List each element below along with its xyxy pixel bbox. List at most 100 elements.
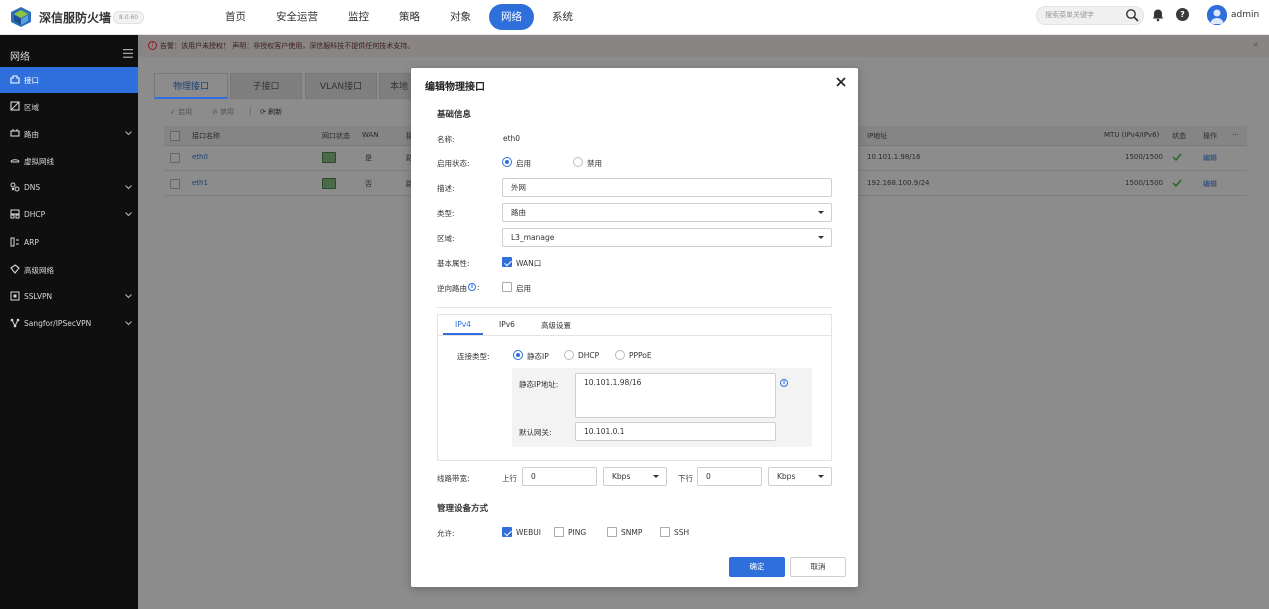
sidebar-item-ipsecvpn[interactable]: Sangfor/IPSecVPN bbox=[0, 311, 138, 337]
sidebar-item-advanced-network[interactable]: 高级网络 bbox=[0, 257, 138, 283]
nav-object[interactable]: 对象 bbox=[438, 4, 483, 30]
download-label: 下行 bbox=[678, 474, 693, 483]
info-icon[interactable]: i bbox=[780, 379, 788, 387]
sidebar-item-label: DHCP bbox=[24, 210, 46, 219]
disable-button[interactable]: ⊘ 禁用 bbox=[212, 107, 234, 117]
interface-name-link[interactable]: eth1 bbox=[192, 179, 208, 187]
type-select[interactable]: 路由 bbox=[502, 203, 832, 222]
help-icon[interactable]: ? bbox=[1176, 8, 1189, 21]
close-icon[interactable] bbox=[836, 77, 846, 87]
ip-value: 192.168.100.9/24 bbox=[867, 179, 930, 187]
upload-bandwidth-input[interactable]: 0 bbox=[522, 467, 597, 486]
virtual-wire-icon bbox=[10, 159, 20, 163]
sidebar-item-sslvpn[interactable]: SSLVPN bbox=[0, 284, 138, 310]
chevron-down-icon bbox=[125, 185, 132, 190]
static-ip-option-label: 静态IP bbox=[527, 352, 549, 361]
enable-off-label: 禁用 bbox=[587, 159, 602, 168]
row-checkbox[interactable] bbox=[170, 179, 180, 189]
close-icon[interactable]: × bbox=[1252, 40, 1259, 49]
sidebar-item-route[interactable]: 路由 bbox=[0, 121, 138, 147]
interface-name-link[interactable]: eth0 bbox=[192, 153, 208, 161]
subtab-ipv4[interactable]: IPv4 bbox=[455, 320, 471, 329]
divider bbox=[437, 307, 832, 308]
static-ip-radio[interactable] bbox=[513, 350, 523, 360]
info-icon[interactable]: i bbox=[468, 283, 476, 291]
bandwidth-label: 线路带宽: bbox=[437, 474, 470, 483]
nav-security-ops[interactable]: 安全运营 bbox=[264, 4, 330, 30]
enable-off-radio[interactable] bbox=[573, 157, 583, 167]
col-settings-icon[interactable]: ··· bbox=[1232, 131, 1239, 139]
zone-label: 区域: bbox=[437, 234, 455, 243]
nav-policy[interactable]: 策略 bbox=[387, 4, 432, 30]
tab-physical-interface[interactable]: 物理接口 bbox=[154, 73, 228, 99]
download-unit-select[interactable]: Kbps bbox=[768, 467, 832, 486]
col-header-mtu: MTU (IPv4/IPv6) bbox=[1104, 131, 1160, 139]
zone-select-value: L3_manage bbox=[511, 233, 555, 242]
download-bandwidth-input[interactable]: 0 bbox=[697, 467, 762, 486]
enable-button[interactable]: ✓ 启用 bbox=[170, 107, 192, 117]
col-header-op: 操作 bbox=[1203, 132, 1217, 140]
edit-link[interactable]: 编辑 bbox=[1203, 179, 1217, 189]
description-input[interactable]: 外网 bbox=[502, 178, 832, 197]
nav-home[interactable]: 首页 bbox=[213, 4, 258, 30]
enable-button-label: 启用 bbox=[178, 108, 193, 116]
tab-loopback[interactable]: 本地环 bbox=[379, 73, 413, 99]
nav-system[interactable]: 系统 bbox=[540, 4, 585, 30]
reverse-route-checkbox[interactable] bbox=[502, 282, 512, 292]
zone-select[interactable]: L3_manage bbox=[502, 228, 832, 247]
sidebar-item-dhcp[interactable]: DHCP bbox=[0, 202, 138, 228]
arp-icon bbox=[10, 237, 19, 247]
sidebar-item-zone[interactable]: 区域 bbox=[0, 94, 138, 120]
sidebar-title: 网络 bbox=[10, 52, 30, 63]
sidebar-item-label: ARP bbox=[24, 238, 39, 247]
tab-sub-interface[interactable]: 子接口 bbox=[230, 73, 302, 99]
subtab-advanced[interactable]: 高级设置 bbox=[541, 320, 571, 331]
col-header-wan: WAN bbox=[362, 131, 379, 139]
sidebar-item-label: DNS bbox=[24, 183, 41, 192]
col-header-state: 状态 bbox=[1172, 132, 1186, 140]
sidebar-item-label: 路由 bbox=[24, 130, 39, 139]
ssh-checkbox[interactable] bbox=[660, 527, 670, 537]
upload-unit-select[interactable]: Kbps bbox=[603, 467, 667, 486]
sidebar-item-arp[interactable]: ARP bbox=[0, 230, 138, 256]
sidebar-item-virtual-wire[interactable]: 虚拟网线 bbox=[0, 148, 138, 174]
select-all-checkbox[interactable] bbox=[170, 131, 180, 141]
pppoe-radio[interactable] bbox=[615, 350, 625, 360]
cancel-button[interactable]: 取消 bbox=[790, 557, 846, 577]
sidebar-item-dns[interactable]: DNS bbox=[0, 175, 138, 201]
sidebar-item-label: 高级网络 bbox=[24, 266, 54, 275]
dhcp-radio[interactable] bbox=[564, 350, 574, 360]
type-label: 类型: bbox=[437, 209, 455, 218]
avatar[interactable] bbox=[1207, 5, 1227, 25]
search-icon[interactable] bbox=[1125, 8, 1139, 22]
nav-network[interactable]: 网络 bbox=[489, 4, 534, 30]
subtab-ipv6[interactable]: IPv6 bbox=[499, 320, 515, 329]
sidebar-item-label: 接口 bbox=[24, 76, 39, 85]
confirm-button[interactable]: 确定 bbox=[729, 557, 785, 577]
webui-label: WEBUI bbox=[516, 528, 542, 537]
bell-icon[interactable] bbox=[1151, 8, 1165, 22]
default-gateway-label: 默认网关: bbox=[519, 428, 552, 437]
static-ip-textarea[interactable]: 10.101.1.98/16 bbox=[575, 373, 776, 418]
ping-checkbox[interactable] bbox=[554, 527, 564, 537]
wan-value: 否 bbox=[365, 180, 372, 188]
default-gateway-input[interactable]: 10.101.0.1 bbox=[575, 422, 776, 441]
dns-icon bbox=[10, 182, 20, 192]
wan-port-checkbox[interactable] bbox=[502, 257, 512, 267]
ip-subtabs bbox=[438, 315, 831, 336]
chevron-down-icon bbox=[653, 475, 659, 478]
nav-monitor[interactable]: 监控 bbox=[336, 4, 381, 30]
enable-on-radio[interactable] bbox=[502, 157, 512, 167]
username[interactable]: admin bbox=[1231, 10, 1259, 20]
tab-vlan-interface[interactable]: VLAN接口 bbox=[305, 73, 377, 99]
collapse-menu-icon[interactable] bbox=[123, 49, 133, 58]
snmp-checkbox[interactable] bbox=[607, 527, 617, 537]
connection-type-label: 连接类型: bbox=[457, 352, 490, 361]
row-checkbox[interactable] bbox=[170, 153, 180, 163]
active-subtab-indicator bbox=[443, 333, 483, 335]
webui-checkbox[interactable] bbox=[502, 527, 512, 537]
refresh-button[interactable]: ⟳ 刷新 bbox=[260, 107, 282, 117]
upload-label: 上行 bbox=[502, 474, 517, 483]
sidebar-item-interface[interactable]: 接口 bbox=[0, 67, 138, 93]
edit-link[interactable]: 编辑 bbox=[1203, 153, 1217, 163]
